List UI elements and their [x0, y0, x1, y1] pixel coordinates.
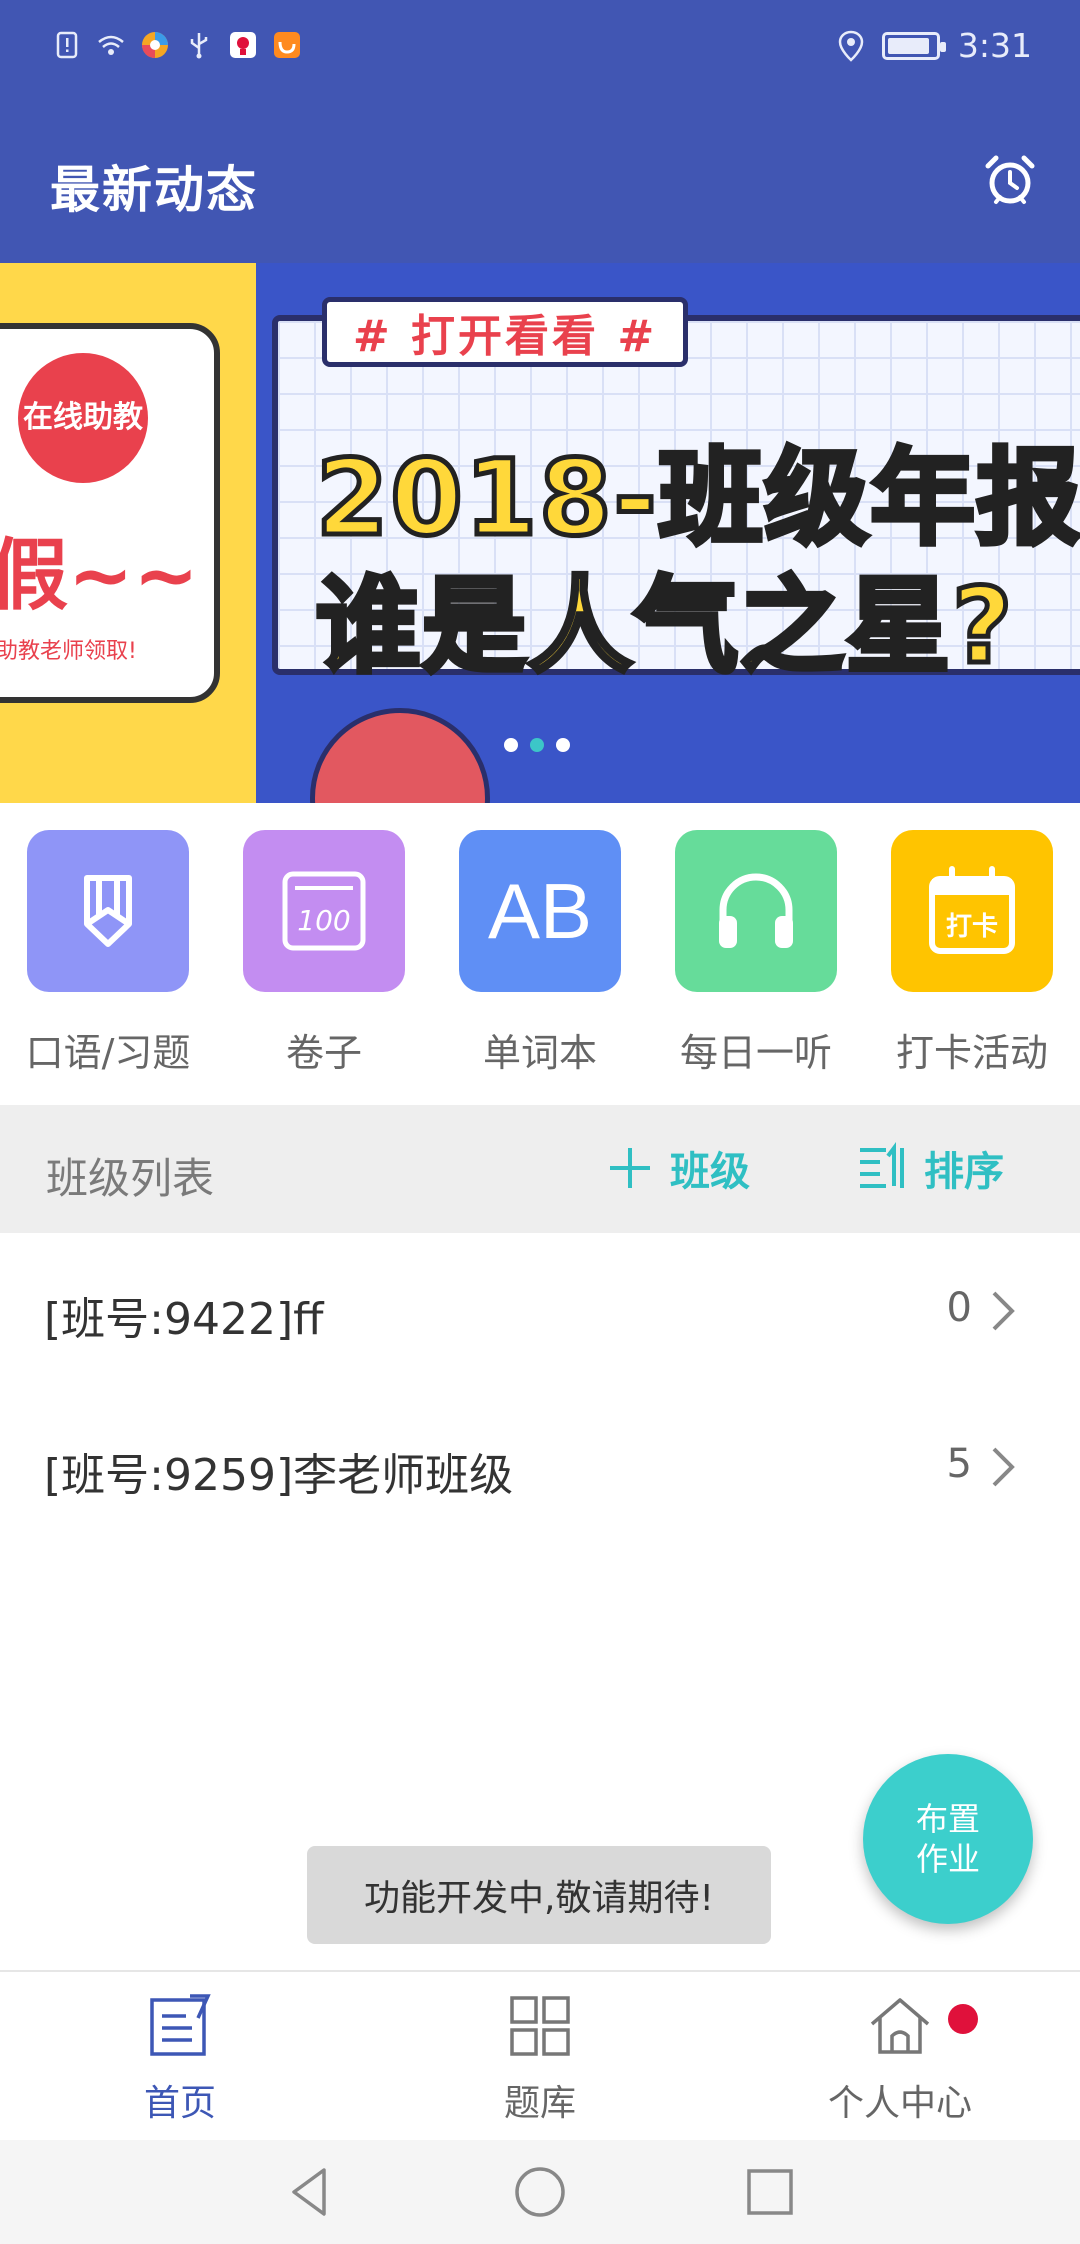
action-label: 单词本: [482, 1031, 597, 1075]
banner-bubble: 在线助教: [18, 353, 148, 483]
add-class-button[interactable]: 班级: [606, 1135, 750, 1201]
bottom-navigation: 首页 题库 个人中心: [0, 1970, 1080, 2140]
test-paper-icon: 100: [243, 830, 405, 992]
back-icon[interactable]: [280, 2162, 340, 2222]
page-title: 最新动态: [50, 161, 258, 219]
headphones-icon: [675, 830, 837, 992]
action-word-book[interactable]: AB 单词本: [432, 830, 648, 1077]
banner-slide-current[interactable]: # 打开看看 # 2018-班级年报 谁是人气之星?: [256, 263, 1080, 803]
student-count: 0: [946, 1285, 972, 1331]
planet-decoration: [310, 708, 490, 803]
alert-icon: [52, 30, 82, 60]
carousel-indicator: [504, 738, 570, 752]
sort-button[interactable]: 排序: [856, 1135, 1004, 1201]
recents-icon[interactable]: [740, 2162, 800, 2222]
wifi-icon: [96, 30, 126, 60]
carousel-dot: [556, 738, 570, 752]
banner-slide-previous[interactable]: 在线助教 假~~ 助教老师领取!: [0, 263, 256, 803]
chevron-right-icon: [992, 1291, 1015, 1331]
add-class-label: 班级: [670, 1149, 750, 1195]
action-label: 卷子: [285, 1031, 362, 1075]
action-label: 每日一听: [679, 1031, 832, 1075]
status-time: 3:31: [957, 26, 1032, 65]
assign-homework-button[interactable]: 布置 作业: [863, 1754, 1033, 1924]
quick-actions: 口语/习题 100 卷子 AB 单词本 每日一听 打卡 打卡活动: [0, 805, 1080, 1105]
usb-icon: [184, 30, 214, 60]
action-label: 打卡活动: [895, 1031, 1048, 1075]
toast-message: 功能开发中,敬请期待!: [307, 1846, 771, 1944]
app-notification-icon: [228, 30, 258, 60]
class-list-header: 班级列表 班级 排序: [0, 1105, 1080, 1233]
tab-question-bank[interactable]: 题库: [360, 1992, 720, 2126]
class-row[interactable]: [班号:9422]ff 0: [0, 1233, 1080, 1389]
fab-label-line-1: 布置: [915, 1800, 980, 1838]
notification-badge: [948, 2004, 978, 2034]
status-icons-right: 3:31: [838, 26, 1032, 65]
tab-label: 个人中心: [827, 2083, 972, 2124]
uc-browser-icon: [272, 30, 302, 60]
status-icons-left: [52, 30, 302, 60]
alarm-clock-icon[interactable]: [982, 152, 1038, 208]
class-list-title: 班级列表: [46, 1154, 215, 1203]
chevron-right-icon: [992, 1447, 1015, 1487]
app-header-bar: 3:31 最新动态: [0, 0, 1080, 263]
ab-letters-icon: AB: [459, 830, 621, 992]
battery-icon: [881, 31, 946, 60]
svg-text:100: 100: [297, 904, 350, 937]
status-bar: 3:31: [0, 0, 1080, 100]
banner-tag: # 打开看看 #: [322, 297, 688, 367]
tab-label: 题库: [503, 2083, 576, 2124]
svg-text:AB: AB: [488, 867, 592, 955]
class-name: [班号:9259]李老师班级: [44, 1450, 514, 1501]
fab-label: 布置 作业: [916, 1799, 980, 1879]
carousel-dot: [530, 738, 544, 752]
action-checkin[interactable]: 打卡 打卡活动: [864, 830, 1080, 1077]
action-speaking-exercises[interactable]: 口语/习题: [0, 830, 216, 1077]
banner-big-text: 假~~: [0, 531, 199, 621]
banner-small-text: 助教老师领取!: [0, 639, 137, 664]
calendar-checkin-icon: 打卡: [891, 830, 1053, 992]
browser-app-icon: [140, 30, 170, 60]
banner-carousel[interactable]: 在线助教 假~~ 助教老师领取! # 打开看看 # 2018-班级年报 谁是人气…: [0, 263, 1080, 803]
tab-label: 首页: [143, 2083, 216, 2124]
student-count: 5: [946, 1441, 972, 1487]
action-label: 口语/习题: [25, 1031, 191, 1075]
pencil-icon: [27, 830, 189, 992]
battery-fill: [887, 37, 929, 54]
class-row[interactable]: [班号:9259]李老师班级 5: [0, 1389, 1080, 1545]
banner-headline-2: 谁是人气之星?: [313, 563, 1015, 690]
house-icon: [870, 1998, 930, 2054]
tab-home[interactable]: 首页: [0, 1992, 360, 2126]
svg-text:打卡: 打卡: [946, 912, 998, 942]
carousel-dot: [504, 738, 518, 752]
home-circle-icon[interactable]: [510, 2162, 570, 2222]
grid-icon: [510, 1996, 570, 2056]
action-daily-listening[interactable]: 每日一听: [648, 830, 864, 1077]
action-test-papers[interactable]: 100 卷子: [216, 830, 432, 1077]
plus-icon: [610, 1148, 650, 1188]
system-navigation-bar: [0, 2140, 1080, 2244]
home-notes-icon: [150, 1994, 211, 2056]
location-icon: [838, 30, 864, 62]
class-name: [班号:9422]ff: [44, 1294, 324, 1345]
fab-label-line-2: 作业: [915, 1840, 980, 1878]
sort-label: 排序: [924, 1149, 1004, 1195]
sort-icon: [860, 1142, 904, 1188]
tab-profile[interactable]: 个人中心: [720, 1992, 1080, 2126]
